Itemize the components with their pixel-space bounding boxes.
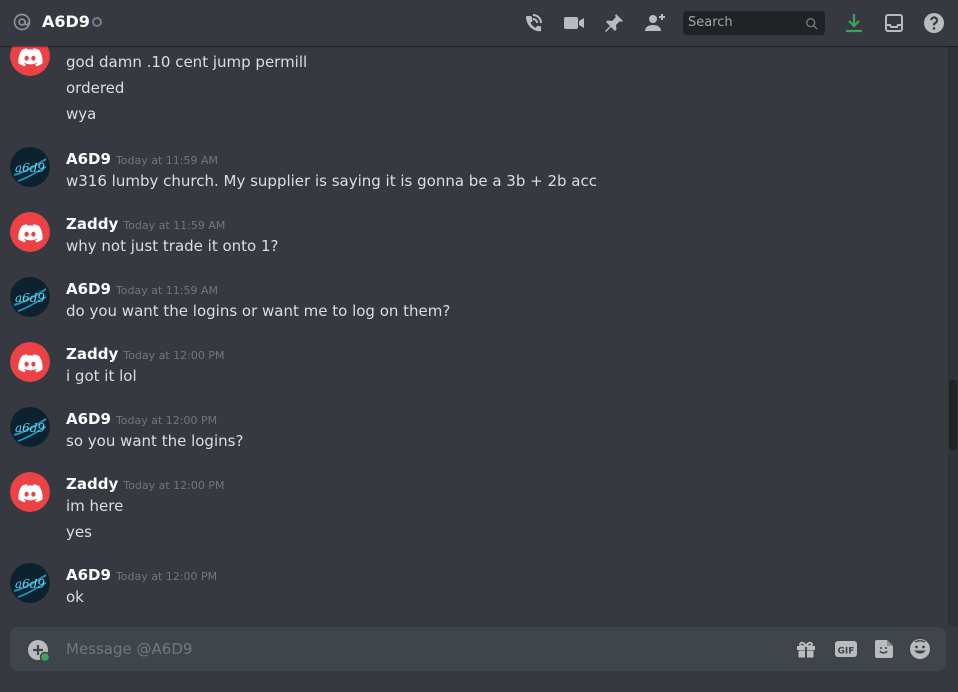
at-sign-icon	[12, 12, 32, 32]
message-list[interactable]: god damn .10 cent jump permill ordered w…	[0, 46, 948, 626]
avatar[interactable]	[10, 472, 50, 512]
avatar[interactable]: a6d9	[10, 147, 50, 187]
message-author[interactable]: Zaddy Today at 12:00 PM	[66, 474, 224, 496]
message-text: ordered	[66, 79, 125, 97]
author-name[interactable]: A6D9	[66, 566, 111, 584]
message-timestamp: Today at 12:00 PM	[123, 479, 225, 492]
author-name[interactable]: Zaddy	[66, 345, 118, 363]
magnifier-icon	[805, 16, 819, 30]
message-author[interactable]: Zaddy Today at 11:59 AM	[66, 214, 225, 236]
message-timestamp: Today at 12:00 PM	[115, 570, 218, 583]
sticker-icon[interactable]	[872, 637, 896, 661]
message-timestamp: Today at 11:59 AM	[123, 219, 226, 232]
search-input[interactable]: Search	[683, 11, 825, 35]
inbox-icon[interactable]	[882, 11, 906, 35]
message-text: god damn .10 cent jump permill	[66, 53, 308, 71]
message-input[interactable]: Message @A6D9	[66, 639, 192, 659]
message-text: wya	[66, 105, 97, 123]
gif-icon[interactable]: GIF	[834, 637, 858, 661]
author-name[interactable]: Zaddy	[66, 215, 118, 233]
message-text: why not just trade it onto 1?	[66, 237, 279, 255]
svg-text:a6d9: a6d9	[15, 421, 45, 435]
message-timestamp: Today at 11:59 AM	[115, 154, 219, 167]
scrollbar-thumb[interactable]	[949, 380, 957, 450]
message-author[interactable]: Zaddy Today at 12:00 PM	[66, 344, 224, 366]
dm-title: A6D9	[42, 12, 90, 31]
avatar[interactable]: a6d9	[10, 563, 50, 603]
message-text: i got it lol	[66, 367, 137, 385]
svg-text:a6d9: a6d9	[15, 577, 45, 591]
channel-header: A6D9 Search	[0, 0, 958, 46]
message-author[interactable]: A6D9 Today at 12:00 PM	[66, 409, 217, 431]
message-text: w316 lumby church. My supplier is saying…	[66, 172, 597, 190]
message-text: im here	[66, 497, 124, 515]
message-author[interactable]: A6D9 Today at 12:00 PM	[66, 565, 217, 587]
avatar[interactable]: a6d9	[10, 407, 50, 447]
message-author[interactable]: A6D9 Today at 11:59 AM	[66, 149, 218, 171]
message-timestamp: Today at 12:00 PM	[123, 349, 225, 362]
message-timestamp: Today at 11:59 AM	[115, 284, 219, 297]
phone-call-icon[interactable]	[522, 11, 546, 35]
message-author[interactable]: A6D9 Today at 11:59 AM	[66, 279, 218, 301]
author-name[interactable]: A6D9	[66, 150, 111, 168]
avatar[interactable]	[10, 46, 50, 76]
search-placeholder: Search	[688, 15, 733, 30]
avatar[interactable]: a6d9	[10, 277, 50, 317]
message-text: so you want the logins?	[66, 432, 244, 450]
scrollbar-track[interactable]	[948, 46, 958, 626]
svg-text:GIF: GIF	[838, 647, 855, 657]
message-text: ok	[66, 588, 84, 606]
download-icon[interactable]	[842, 11, 866, 35]
author-name[interactable]: A6D9	[66, 280, 111, 298]
svg-text:a6d9: a6d9	[15, 161, 45, 175]
pin-icon[interactable]	[602, 11, 626, 35]
add-friend-icon[interactable]	[643, 11, 667, 35]
message-text: do you want the logins or want me to log…	[66, 302, 451, 320]
message-timestamp: Today at 12:00 PM	[115, 414, 218, 427]
message-text: yes	[66, 523, 92, 541]
avatar[interactable]	[10, 212, 50, 252]
author-name[interactable]: Zaddy	[66, 475, 118, 493]
help-icon[interactable]	[922, 11, 946, 35]
gift-icon[interactable]	[794, 637, 818, 661]
video-camera-icon[interactable]	[562, 11, 586, 35]
avatar[interactable]	[10, 342, 50, 382]
author-name[interactable]: A6D9	[66, 410, 111, 428]
offline-status-icon	[92, 17, 102, 27]
upload-plus-icon[interactable]	[26, 638, 51, 663]
message-composer[interactable]: Message @A6D9 GIF	[10, 627, 946, 671]
svg-text:a6d9: a6d9	[15, 291, 45, 305]
emoji-icon[interactable]	[908, 637, 932, 661]
